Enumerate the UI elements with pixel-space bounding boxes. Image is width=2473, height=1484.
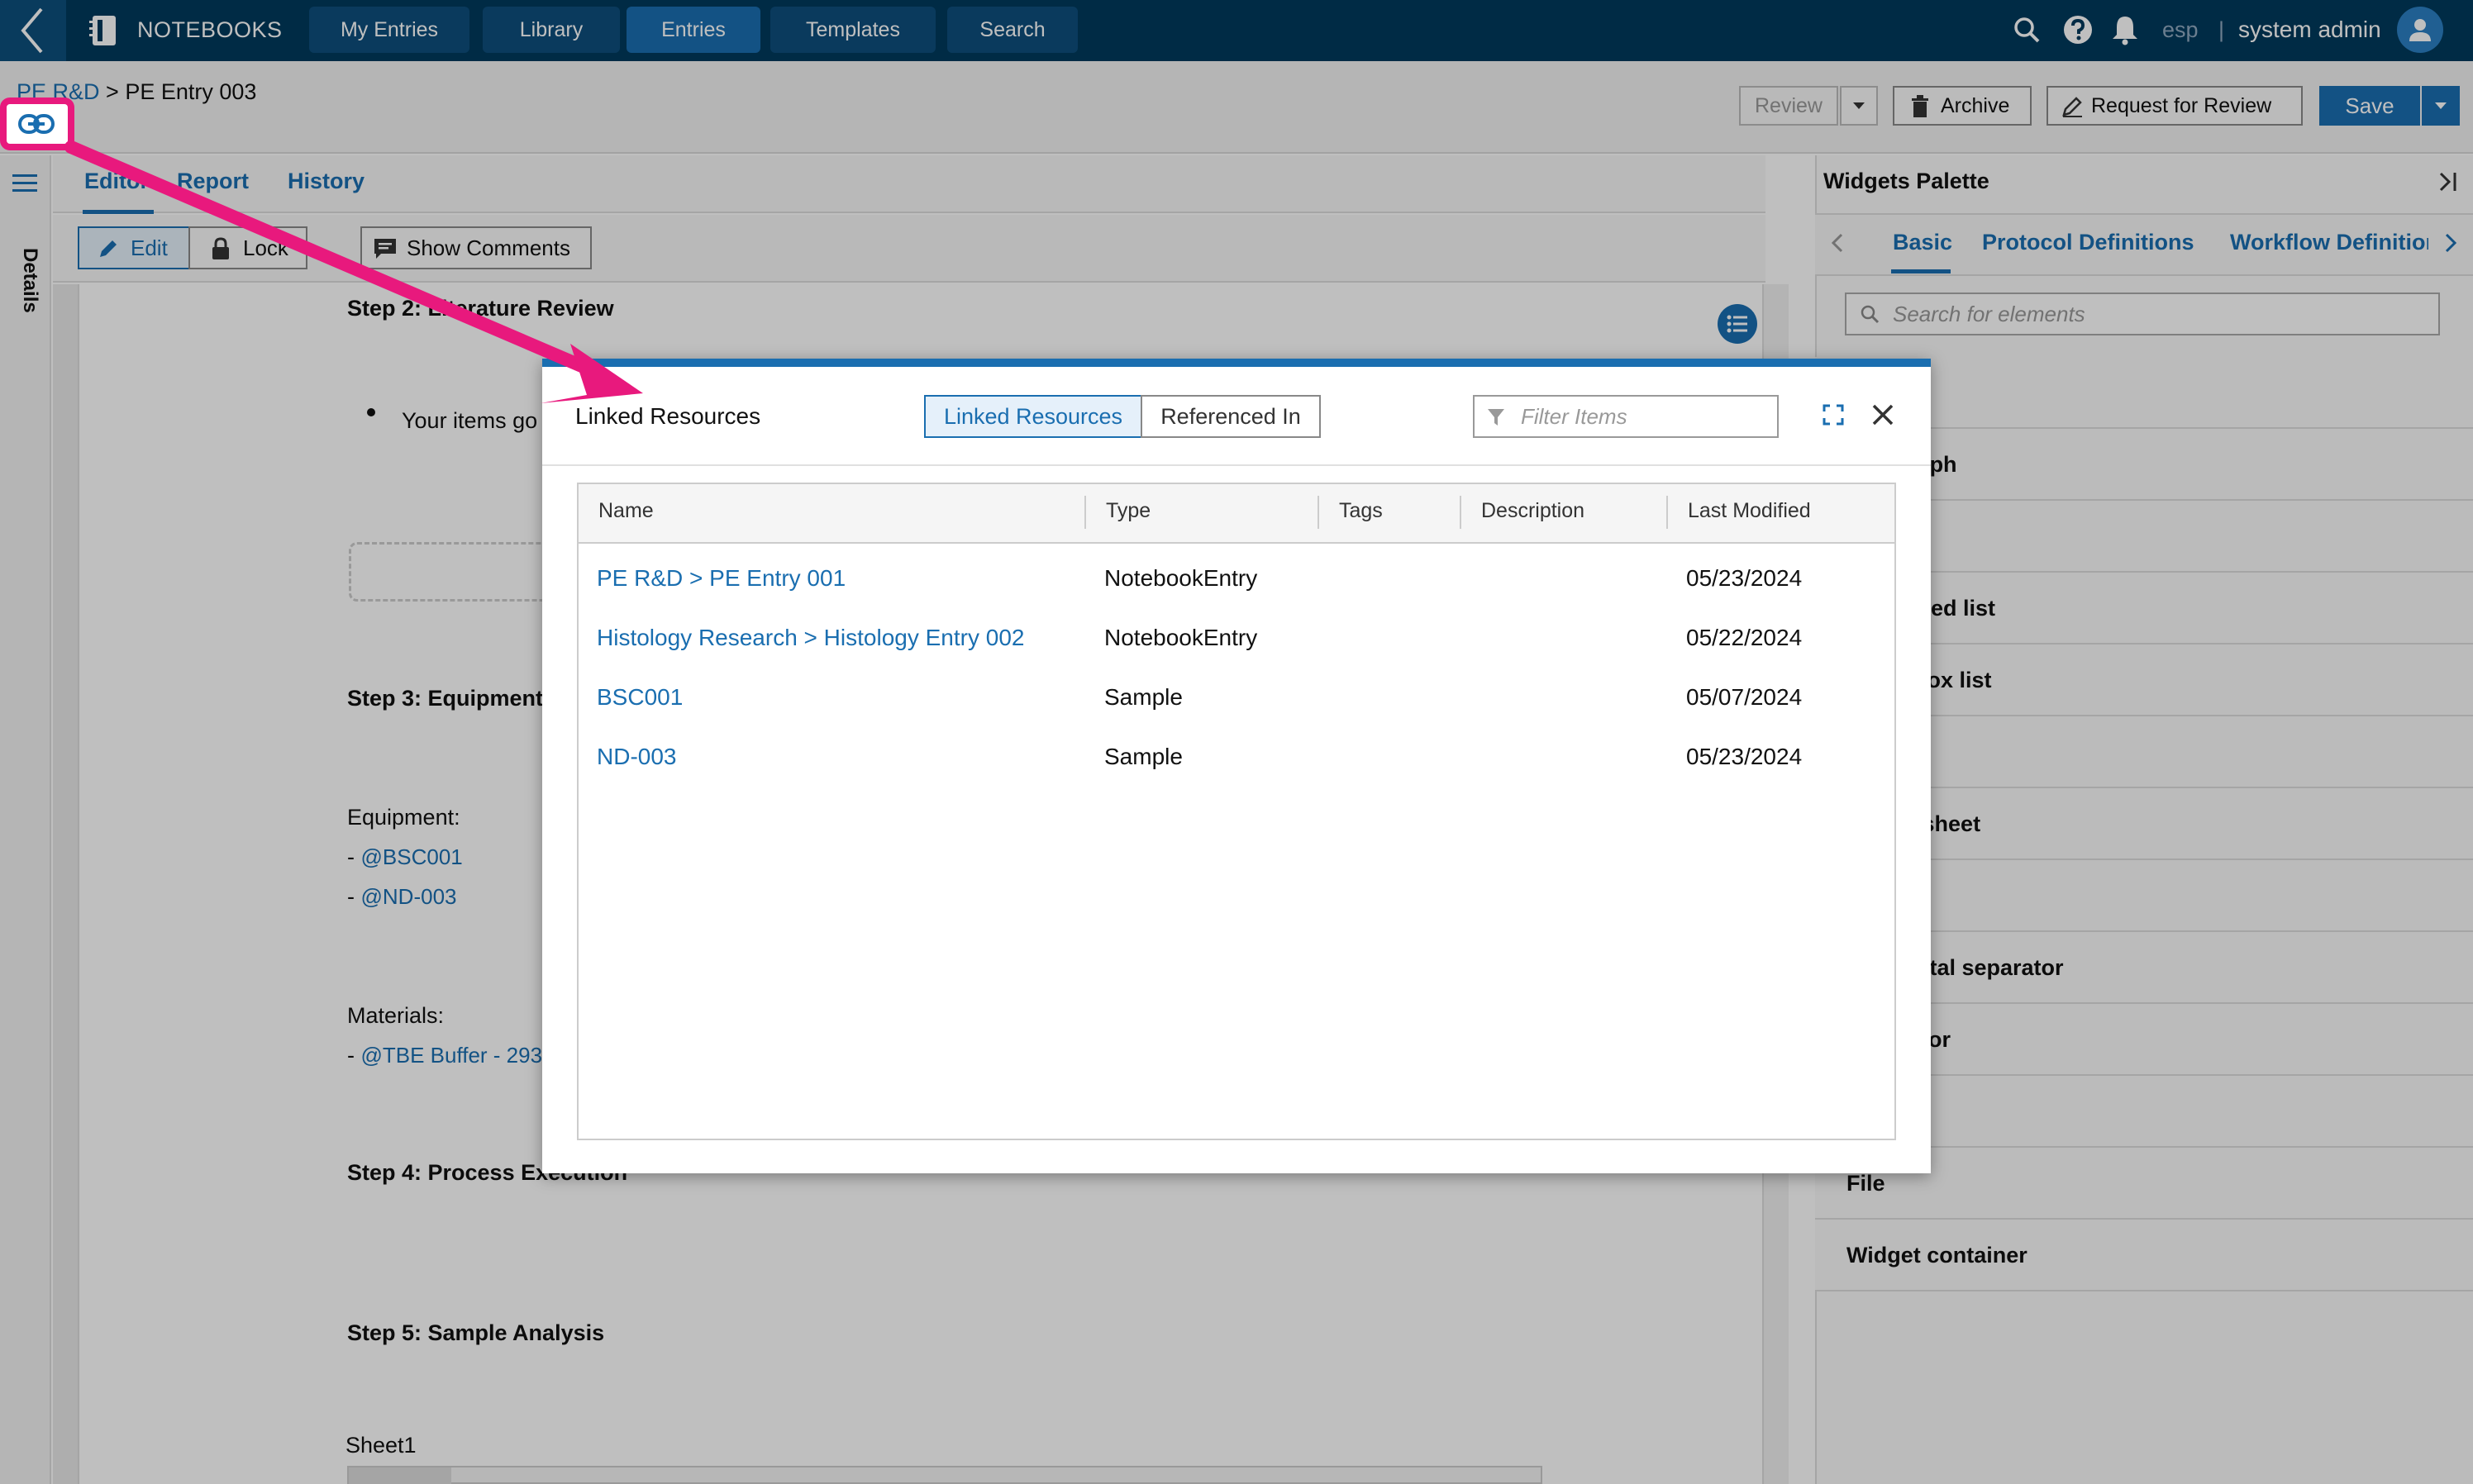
column-resizer[interactable] bbox=[1666, 496, 1668, 529]
column-header-name[interactable]: Name bbox=[598, 499, 654, 523]
column-header-description[interactable]: Description bbox=[1481, 499, 1584, 523]
filter-placeholder: Filter Items bbox=[1521, 404, 1627, 429]
close-icon[interactable] bbox=[1861, 393, 1904, 436]
segment-linked-resources[interactable]: Linked Resources bbox=[924, 395, 1142, 438]
table-cell-type: Sample bbox=[1104, 684, 1183, 710]
table-cell-modified: 05/07/2024 bbox=[1686, 684, 1803, 710]
segment-referenced-in[interactable]: Referenced In bbox=[1141, 395, 1321, 438]
table-cell-name[interactable]: PE R&D > PE Entry 001 bbox=[597, 565, 846, 592]
column-header-type[interactable]: Type bbox=[1106, 499, 1151, 523]
table-cell-type: NotebookEntry bbox=[1104, 565, 1258, 591]
expand-icon[interactable] bbox=[1815, 397, 1851, 433]
table-cell-name[interactable]: Histology Research > Histology Entry 002 bbox=[597, 625, 1024, 651]
column-resizer[interactable] bbox=[1460, 496, 1461, 529]
dialog-title: Linked Resources bbox=[575, 403, 761, 429]
column-resizer[interactable] bbox=[1318, 496, 1319, 529]
table-cell-type: NotebookEntry bbox=[1104, 625, 1258, 650]
table-cell-type: Sample bbox=[1104, 744, 1183, 769]
filter-funnel-icon bbox=[1486, 407, 1506, 428]
column-resizer[interactable] bbox=[1084, 496, 1086, 529]
column-header-tags[interactable]: Tags bbox=[1339, 499, 1383, 523]
table-cell-modified: 05/23/2024 bbox=[1686, 744, 1803, 769]
table-cell-name[interactable]: ND-003 bbox=[597, 744, 676, 770]
column-header-last-modified[interactable]: Last Modified bbox=[1688, 499, 1811, 523]
filter-input[interactable]: Filter Items bbox=[1473, 395, 1779, 438]
table-cell-modified: 05/22/2024 bbox=[1686, 625, 1803, 650]
table-cell-name[interactable]: BSC001 bbox=[597, 684, 683, 711]
table-cell-modified: 05/23/2024 bbox=[1686, 565, 1803, 591]
dialog-divider bbox=[542, 464, 1931, 466]
